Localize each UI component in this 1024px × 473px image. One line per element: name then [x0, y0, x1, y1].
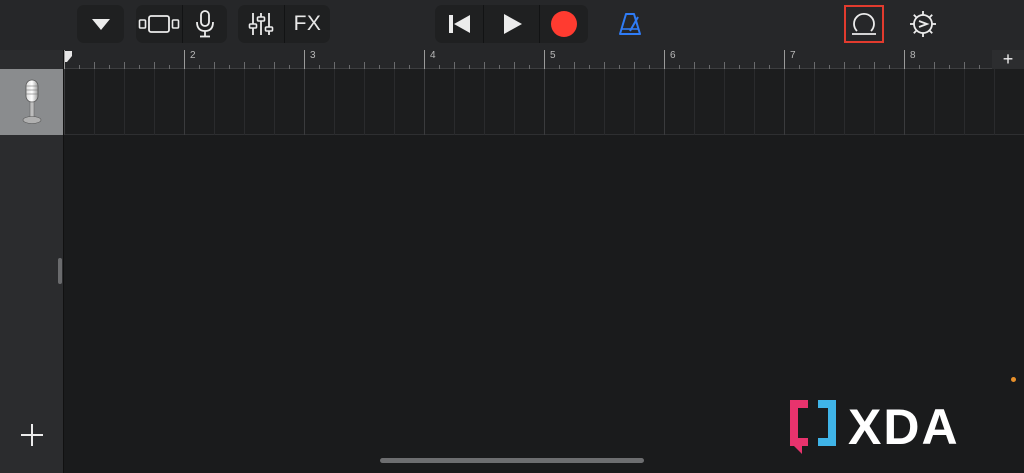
track-header-audio-recorder[interactable]: [0, 69, 64, 135]
timeline-ruler[interactable]: 2 3 4 5 6 7 8 +: [64, 50, 1024, 69]
xda-watermark: XDA: [788, 398, 960, 456]
playhead-icon[interactable]: [64, 50, 73, 64]
fx-label: FX: [293, 12, 322, 35]
microphone-icon: [22, 79, 42, 124]
transport-group: [435, 5, 588, 43]
track-view-button[interactable]: [136, 5, 182, 43]
settings-button[interactable]: [903, 5, 943, 43]
play-button[interactable]: [483, 5, 539, 43]
view-group: [136, 5, 227, 43]
record-button[interactable]: [539, 5, 588, 43]
xda-logo-icon: [790, 400, 836, 454]
bar-number: 5: [550, 50, 556, 61]
bar-number: 4: [430, 50, 436, 61]
track-headers-column: [0, 50, 64, 473]
bar-number: 2: [190, 50, 196, 61]
toolbar: FX: [0, 0, 1024, 50]
metronome-button[interactable]: [610, 5, 650, 43]
bar-number: 7: [790, 50, 796, 61]
sliders-icon: [248, 13, 274, 35]
resize-handle[interactable]: [58, 258, 62, 284]
home-indicator[interactable]: [380, 458, 644, 463]
ruler-ticks: [64, 50, 1010, 69]
browser-group: [77, 5, 124, 43]
rewind-button[interactable]: [435, 5, 483, 43]
loop-icon: [852, 12, 876, 35]
plus-icon: [21, 424, 43, 446]
record-icon: [551, 11, 577, 37]
bar-number: 6: [670, 50, 676, 61]
garageband-window: FX 2 3 4 5 6 7 8 + XDA: [0, 0, 1024, 473]
bar-number: 3: [310, 50, 316, 61]
lane-grid: [64, 69, 995, 135]
instrument-button[interactable]: [182, 5, 227, 43]
triangle-down-icon: [91, 19, 110, 30]
play-icon: [503, 14, 522, 34]
watermark-text: XDA: [848, 399, 960, 455]
mixer-button[interactable]: [238, 5, 284, 43]
microphone-icon: [196, 10, 214, 38]
mix-group: FX: [238, 5, 330, 43]
bar-number: 8: [910, 50, 916, 61]
fx-button[interactable]: FX: [284, 5, 330, 43]
add-track-button[interactable]: [14, 420, 50, 450]
browser-button[interactable]: [77, 5, 124, 43]
status-dot: [1011, 377, 1016, 382]
skip-back-icon: [449, 15, 470, 33]
add-section-button[interactable]: +: [992, 50, 1024, 69]
metronome-icon: [619, 13, 641, 35]
loop-browser-button[interactable]: [844, 5, 884, 43]
track-view-icon: [138, 15, 180, 33]
gear-icon: [910, 11, 936, 37]
track-lane[interactable]: [64, 69, 1024, 135]
